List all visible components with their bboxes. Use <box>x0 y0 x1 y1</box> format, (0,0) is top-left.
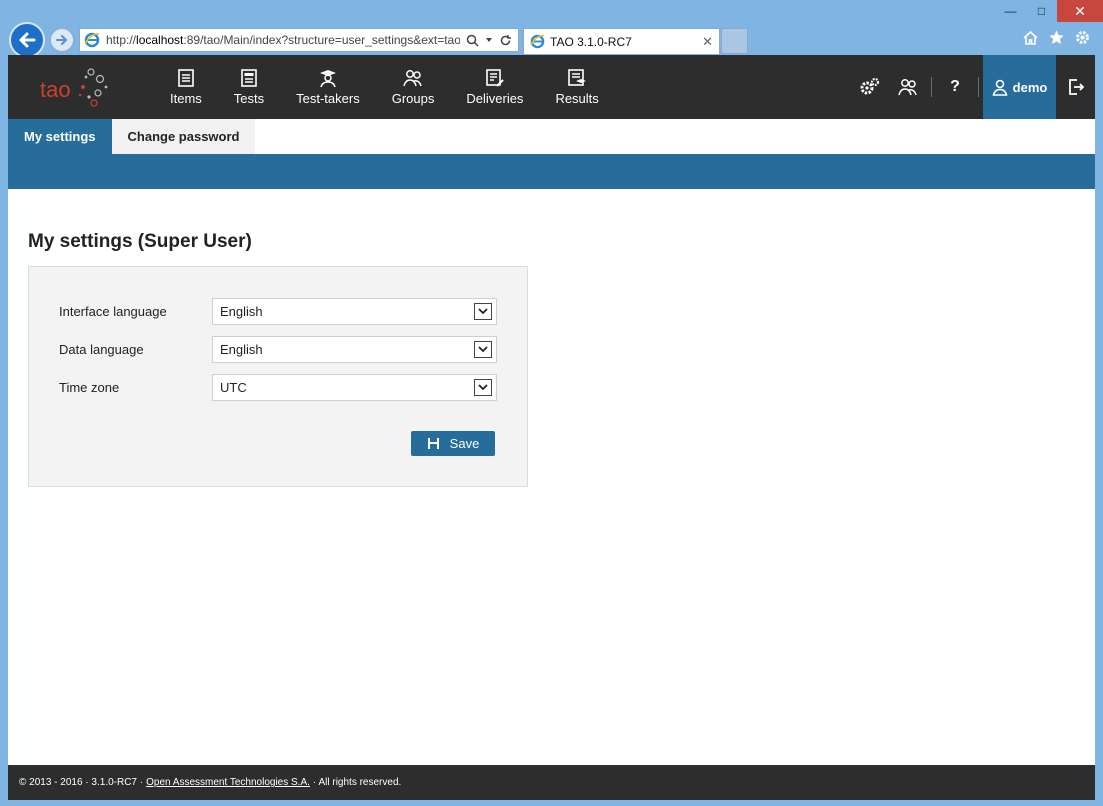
footer-company-link[interactable]: Open Assessment Technologies S.A. <box>146 777 310 788</box>
back-button[interactable] <box>9 22 45 58</box>
window-controls: — □ ✕ <box>995 0 1103 24</box>
time-zone-select[interactable]: UTC <box>212 374 497 401</box>
tab-change-password[interactable]: Change password <box>111 119 256 154</box>
settings-button[interactable] <box>851 55 889 119</box>
nav-tests-label: Tests <box>233 91 265 106</box>
tests-icon <box>241 69 257 87</box>
save-button[interactable]: Save <box>411 431 495 456</box>
tab-change-password-label: Change password <box>127 129 240 144</box>
interface-language-row: Interface language English <box>59 298 497 325</box>
svg-text:tao: tao <box>40 77 71 102</box>
address-bar[interactable]: http://localhost:89/tao/Main/index?struc… <box>79 28 519 52</box>
tab-my-settings[interactable]: My settings <box>8 119 112 154</box>
save-label: Save <box>449 436 480 451</box>
gears-icon <box>860 77 880 95</box>
dropdown-icon[interactable] <box>485 36 493 44</box>
ie-logo-icon <box>84 32 100 48</box>
footer-rights: · All rights reserved. <box>312 777 402 788</box>
user-icon <box>992 79 1008 96</box>
tab-title: TAO 3.1.0-RC7 <box>550 34 632 49</box>
help-icon: ? <box>950 78 960 95</box>
footer: © 2013 - 2016 · 3.1.0-RC7 · Open Assessm… <box>8 765 1095 800</box>
settings-gear-icon[interactable] <box>1074 29 1091 46</box>
nav-groups-label: Groups <box>391 91 435 106</box>
nav-test-takers[interactable]: Test-takers <box>280 55 376 119</box>
tao-logo[interactable]: tao <box>36 63 116 111</box>
arrow-left-icon <box>19 32 36 48</box>
minimize-icon[interactable]: — <box>995 0 1026 22</box>
logout-icon <box>1068 79 1084 95</box>
settings-form: Interface language English Data language… <box>28 266 528 487</box>
data-language-row: Data language English <box>59 336 497 363</box>
interface-language-value: English <box>220 304 263 319</box>
nav-separator <box>931 77 932 97</box>
chevron-down-icon <box>474 379 492 396</box>
url-prefix: http:// <box>106 33 137 47</box>
results-icon <box>568 69 587 86</box>
browser-tab[interactable]: TAO 3.1.0-RC7 ✕ <box>523 28 720 54</box>
groups-icon <box>403 70 422 87</box>
user-name: demo <box>1012 79 1048 95</box>
nav-groups[interactable]: Groups <box>376 55 451 119</box>
chevron-down-icon <box>474 303 492 320</box>
time-zone-value: UTC <box>220 380 247 395</box>
maximize-icon[interactable]: □ <box>1026 0 1057 22</box>
nav-test-takers-label: Test-takers <box>296 91 360 106</box>
page-viewport: tao Items Tests Test-takers Groups Deliv… <box>8 55 1095 800</box>
nav-tests[interactable]: Tests <box>218 55 280 119</box>
refresh-icon[interactable] <box>499 34 512 47</box>
tao-top-bar: tao Items Tests Test-takers Groups Deliv… <box>8 55 1095 119</box>
url-text[interactable]: http://localhost:89/tao/Main/index?struc… <box>106 33 460 47</box>
settings-tabs: My settings Change password <box>8 119 256 154</box>
logout-button[interactable] <box>1056 55 1095 119</box>
time-zone-label: Time zone <box>59 380 120 395</box>
nav-deliveries-label: Deliveries <box>466 91 524 106</box>
close-icon[interactable]: ✕ <box>1057 0 1103 22</box>
time-zone-row: Time zone UTC <box>59 374 497 401</box>
nav-deliveries[interactable]: Deliveries <box>450 55 539 119</box>
tab-close-icon[interactable]: ✕ <box>702 34 713 50</box>
chevron-down-icon <box>474 341 492 358</box>
search-icon[interactable] <box>466 34 479 47</box>
user-menu[interactable]: demo <box>983 55 1056 119</box>
items-icon <box>178 69 194 87</box>
ie-logo-icon <box>530 34 545 49</box>
nav-items-label: Items <box>170 91 202 106</box>
data-language-select[interactable]: English <box>212 336 497 363</box>
new-tab-button[interactable] <box>721 28 748 54</box>
data-language-label: Data language <box>59 342 144 357</box>
users-button[interactable] <box>889 55 927 119</box>
users-icon <box>898 79 917 96</box>
data-language-value: English <box>220 342 263 357</box>
nav-results-label: Results <box>555 91 599 106</box>
save-icon <box>427 438 439 449</box>
url-host: localhost <box>136 33 184 47</box>
nav-separator <box>978 77 979 97</box>
section-header-band <box>8 154 1095 189</box>
right-navigation: ? demo <box>851 55 1095 119</box>
deliveries-icon <box>486 69 504 87</box>
home-icon[interactable] <box>1022 29 1039 46</box>
nav-results[interactable]: Results <box>539 55 614 119</box>
url-path: :89/tao/Main/index?structure=user_settin… <box>183 33 460 47</box>
forward-button[interactable] <box>50 28 74 52</box>
interface-language-label: Interface language <box>59 304 167 319</box>
nav-items[interactable]: Items <box>154 55 218 119</box>
test-takers-icon <box>319 70 336 88</box>
interface-language-select[interactable]: English <box>212 298 497 325</box>
favorites-star-icon[interactable] <box>1048 29 1065 46</box>
page-title: My settings (Super User) <box>28 231 252 252</box>
arrow-right-icon <box>56 35 67 45</box>
help-button[interactable]: ? <box>936 55 974 119</box>
footer-copyright: © 2013 - 2016 · 3.1.0-RC7 · <box>19 777 144 788</box>
main-navigation: Items Tests Test-takers Groups Deliverie… <box>154 55 615 119</box>
